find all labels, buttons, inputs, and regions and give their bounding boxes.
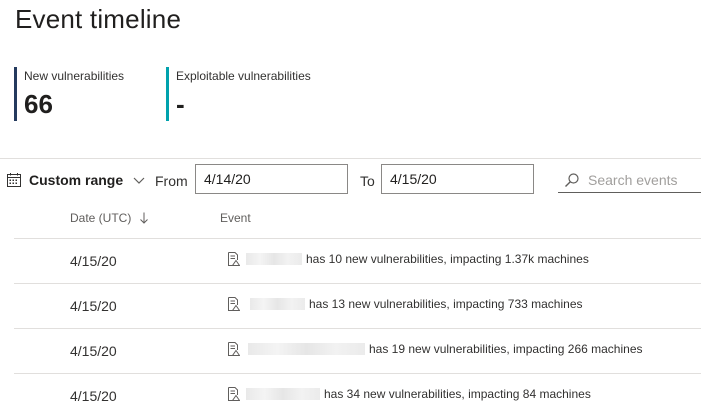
table-row[interactable]: 4/15/20 has 10 new vulnerabilities, impa… xyxy=(14,238,701,284)
table-row[interactable]: 4/15/20 has 19 new vulnerabilities, impa… xyxy=(14,328,701,374)
document-vulnerability-icon xyxy=(228,252,240,266)
range-label: Custom range xyxy=(29,172,124,188)
row-date: 4/15/20 xyxy=(70,298,117,314)
page-title: Event timeline xyxy=(15,4,182,34)
column-header-event[interactable]: Event xyxy=(220,211,251,225)
table-row[interactable]: 4/15/20 has 13 new vulnerabilities, impa… xyxy=(14,283,701,329)
row-event: has 19 new vulnerabilities, impacting 26… xyxy=(226,342,643,356)
new-vulnerabilities-card: New vulnerabilities 66 xyxy=(14,67,124,121)
event-text: has 13 new vulnerabilities, impacting 73… xyxy=(309,297,583,311)
event-header-label: Event xyxy=(220,211,251,225)
to-label: To xyxy=(360,173,375,189)
row-date: 4/15/20 xyxy=(70,388,117,404)
column-header-date[interactable]: Date (UTC) xyxy=(70,211,149,225)
toolbar-divider xyxy=(0,158,701,159)
date-header-label: Date (UTC) xyxy=(70,211,132,225)
row-date: 4/15/20 xyxy=(70,253,117,269)
table-row[interactable]: 4/15/20 has 34 new vulnerabilities, impa… xyxy=(14,373,701,419)
to-date-input[interactable]: 4/15/20 xyxy=(381,164,534,194)
calendar-icon xyxy=(7,173,21,187)
row-event: has 13 new vulnerabilities, impacting 73… xyxy=(226,297,583,311)
event-text: has 34 new vulnerabilities, impacting 84… xyxy=(324,387,591,401)
card-accent-bar xyxy=(14,67,17,121)
from-label: From xyxy=(155,173,188,189)
document-vulnerability-icon xyxy=(228,387,240,401)
redacted-machine-name xyxy=(248,343,365,355)
search-events-input[interactable]: Search events xyxy=(558,168,701,193)
redacted-machine-name xyxy=(246,253,302,265)
card-label: Exploitable vulnerabilities xyxy=(176,69,311,83)
document-vulnerability-icon xyxy=(228,297,240,311)
chevron-down-icon xyxy=(133,177,145,184)
row-event: has 10 new vulnerabilities, impacting 1.… xyxy=(226,252,589,266)
search-icon xyxy=(565,173,579,187)
row-event: has 34 new vulnerabilities, impacting 84… xyxy=(226,387,591,401)
document-vulnerability-icon xyxy=(228,342,240,356)
card-accent-bar xyxy=(166,67,169,121)
card-label: New vulnerabilities xyxy=(24,69,125,83)
exploitable-vulnerabilities-card: Exploitable vulnerabilities - xyxy=(166,67,311,121)
redacted-machine-name xyxy=(250,298,305,310)
custom-range-dropdown[interactable]: Custom range xyxy=(6,170,146,190)
event-text: has 19 new vulnerabilities, impacting 26… xyxy=(369,342,643,356)
card-value: 66 xyxy=(24,89,53,119)
from-date-input[interactable]: 4/14/20 xyxy=(195,164,348,194)
event-text: has 10 new vulnerabilities, impacting 1.… xyxy=(306,252,589,266)
search-placeholder: Search events xyxy=(588,172,678,188)
row-date: 4/15/20 xyxy=(70,343,117,359)
sort-descending-icon xyxy=(140,212,149,224)
card-value: - xyxy=(176,89,185,119)
redacted-machine-name xyxy=(246,388,320,400)
